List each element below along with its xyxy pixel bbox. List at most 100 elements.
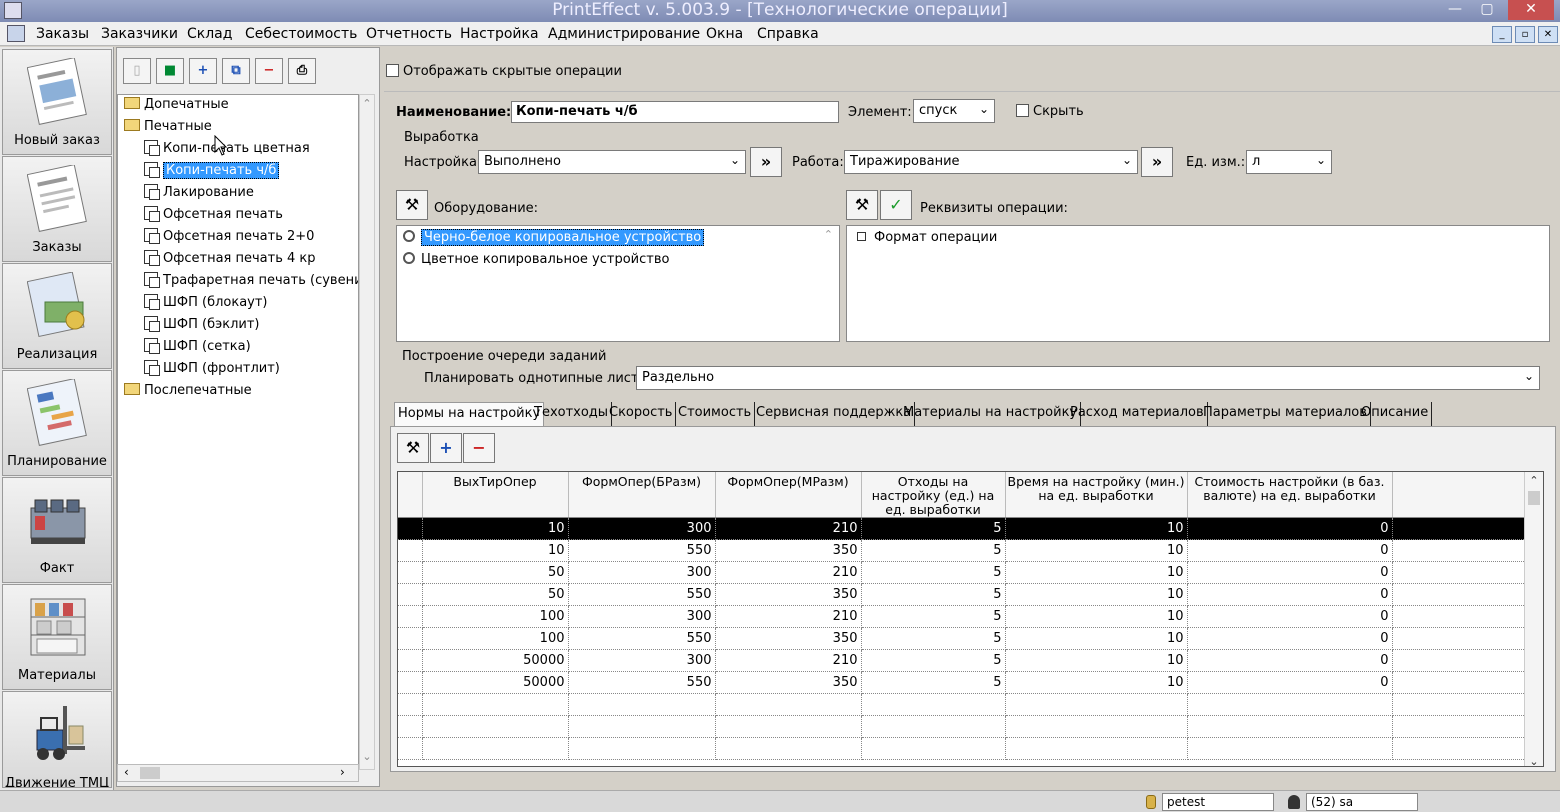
forklift-icon [36, 706, 85, 760]
column-header[interactable]: Отходы на настройку (ед.) на ед. выработ… [861, 472, 1006, 518]
document-icon[interactable] [7, 25, 25, 42]
show-hidden-checkbox[interactable]: Отображать скрытые операции [386, 64, 622, 79]
table-row[interactable]: 10 550 350 5 10 0 [398, 539, 1526, 562]
equipment-tools-button[interactable]: ⚒ [396, 190, 428, 220]
tab-speed[interactable]: Скорость [606, 402, 677, 426]
table-row[interactable]: 100 300 210 5 10 0 [398, 605, 1526, 628]
tab-cost[interactable]: Стоимость [675, 402, 756, 426]
tab-material-params[interactable]: Параметры материалов [1200, 402, 1371, 426]
mdi-restore-button[interactable]: ▫ [1515, 26, 1535, 43]
hide-checkbox[interactable]: Скрыть [1016, 104, 1084, 119]
table-row[interactable]: 50000 300 210 5 10 0 [398, 649, 1526, 672]
tree-item[interactable]: ШФП (бэклит) [144, 315, 259, 335]
close-button[interactable]: ✕ [1508, 0, 1554, 20]
menu-administration[interactable]: Администрирование [548, 26, 700, 42]
tab-setup-materials[interactable]: Материалы на настройку [900, 402, 1082, 426]
grid-tools-button[interactable]: ⚒ [397, 433, 429, 463]
fact-button[interactable]: Факт [2, 477, 112, 583]
tree-item[interactable]: Офсетная печать 4 кр [144, 249, 316, 269]
menu-windows[interactable]: Окна [706, 26, 743, 42]
queue-group-label: Построение очереди заданий [402, 349, 607, 364]
orders-button[interactable]: Заказы [2, 156, 112, 262]
tab-description[interactable]: Описание [1358, 402, 1433, 426]
menu-orders[interactable]: Заказы [36, 26, 89, 42]
tree-vertical-scrollbar[interactable]: ⌃ ⌄ [359, 94, 375, 770]
table-row-empty[interactable] [398, 737, 1526, 760]
add-operation-icon[interactable]: + [189, 58, 217, 84]
table-row-empty[interactable] [398, 693, 1526, 716]
name-input[interactable]: Копи-печать ч/б [511, 101, 839, 123]
requisites-confirm-button[interactable]: ✓ [880, 190, 912, 220]
column-header[interactable]: Время на настройку (мин.) на ед. выработ… [1005, 472, 1188, 518]
user-icon [1288, 795, 1300, 809]
tab-service-support[interactable]: Сервисная поддержка [753, 402, 916, 426]
menu-settings[interactable]: Настройка [460, 26, 539, 42]
maximize-button[interactable]: ▢ [1472, 0, 1502, 20]
element-select[interactable]: спуск ⌄ [913, 99, 995, 123]
tree-group-prepress[interactable]: Допечатные [124, 95, 229, 115]
new-order-button[interactable]: Новый заказ [2, 49, 112, 155]
filler-header [1392, 472, 1526, 518]
work-select[interactable]: Тиражирование ⌄ [844, 150, 1138, 174]
tree-item-selected[interactable]: Копи-печать ч/б [144, 161, 280, 181]
minimize-button[interactable]: — [1440, 0, 1470, 20]
equipment-item-selected[interactable]: Черно-белое копировальное устройство [403, 228, 705, 248]
work-more-button[interactable]: » [1141, 147, 1173, 177]
materials-button[interactable]: Материалы [2, 584, 112, 690]
table-row-empty[interactable] [398, 715, 1526, 738]
tree-item[interactable]: Лакирование [144, 183, 254, 203]
tree-horizontal-scrollbar[interactable]: ‹ › [117, 764, 359, 782]
column-header[interactable]: ФормОпер(БРазм) [568, 472, 716, 518]
menu-warehouse[interactable]: Склад [187, 26, 232, 42]
mdi-close-button[interactable]: ✕ [1538, 26, 1558, 43]
tab-material-consumption[interactable]: Расход материалов [1067, 402, 1208, 426]
tree-item[interactable]: Трафаретная печать (сувенирка) [144, 271, 358, 291]
window-titlebar[interactable]: PrintEffect v. 5.003.9 - [Технологически… [0, 0, 1560, 22]
column-header[interactable]: ВыхТирОпер [422, 472, 569, 518]
mdi-minimize-button[interactable]: _ [1492, 26, 1512, 43]
setup-more-button[interactable]: » [750, 147, 782, 177]
table-row[interactable]: 100 550 350 5 10 0 [398, 627, 1526, 650]
table-row-selected[interactable]: 10 300 210 5 10 0 [398, 517, 1526, 540]
print-icon[interactable]: ⎙ [288, 58, 316, 84]
tree-group-postpress[interactable]: Послепечатные [124, 381, 252, 401]
tree-item[interactable]: ШФП (блокаут) [144, 293, 268, 313]
menu-customers[interactable]: Заказчики [101, 26, 178, 42]
equipment-scrollbar[interactable]: ⌃ [824, 228, 833, 241]
menu-cost[interactable]: Себестоимость [245, 26, 357, 42]
setup-norms-grid: ВыхТирОпер ФормОпер(БРазм) ФормОпер(МРаз… [397, 471, 1544, 767]
plan-select[interactable]: Раздельно ⌄ [636, 366, 1540, 390]
add-row-button[interactable]: + [430, 433, 462, 463]
requisites-tools-button[interactable]: ⚒ [846, 190, 878, 220]
tree-group-printing[interactable]: Печатные [124, 117, 212, 137]
tree-item[interactable]: ШФП (фронтлит) [144, 359, 280, 379]
column-header[interactable]: ФормОпер(МРазм) [715, 472, 862, 518]
tab-tech-waste[interactable]: Техотходы [531, 402, 613, 426]
tab-setup-norms[interactable]: Нормы на настройку [394, 402, 545, 426]
table-row[interactable]: 50 300 210 5 10 0 [398, 561, 1526, 584]
table-row[interactable]: 50000 550 350 5 10 0 [398, 671, 1526, 694]
requisite-item[interactable]: Формат операции [857, 228, 997, 248]
operation-form: Отображать скрытые операции Наименование… [384, 47, 1560, 790]
new-folder-button[interactable]: ▯ [123, 58, 151, 84]
delete-operation-icon[interactable]: − [255, 58, 283, 84]
tree-item[interactable]: Офсетная печать [144, 205, 283, 225]
tree-item[interactable]: ШФП (сетка) [144, 337, 251, 357]
unit-select[interactable]: л ⌄ [1246, 150, 1332, 174]
tree-item[interactable]: Офсетная печать 2+0 [144, 227, 314, 247]
menu-reports[interactable]: Отчетность [366, 26, 452, 42]
menu-help[interactable]: Справка [757, 26, 819, 42]
column-header[interactable]: Стоимость настройки (в баз. валюте) на е… [1187, 472, 1393, 518]
save-icon[interactable]: ■ [156, 58, 184, 84]
planning-button[interactable]: Планирование [2, 370, 112, 476]
setup-select[interactable]: Выполнено ⌄ [478, 150, 746, 174]
unit-label: Ед. изм.: [1186, 155, 1246, 170]
equipment-item[interactable]: Цветное копировальное устройство [403, 250, 669, 270]
stock-movement-button[interactable]: Движение ТМЦ [2, 691, 112, 788]
table-row[interactable]: 50 550 350 5 10 0 [398, 583, 1526, 606]
sales-button[interactable]: Реализация [2, 263, 112, 369]
setup-norms-page: ⚒ + − ВыхТирОпер ФормОпер(БРазм) ФормОпе… [390, 426, 1556, 772]
grid-vertical-scrollbar[interactable]: ⌃ ⌄ [1524, 472, 1543, 766]
copy-operation-icon[interactable]: ⧉ [222, 58, 250, 84]
delete-row-button[interactable]: − [463, 433, 495, 463]
